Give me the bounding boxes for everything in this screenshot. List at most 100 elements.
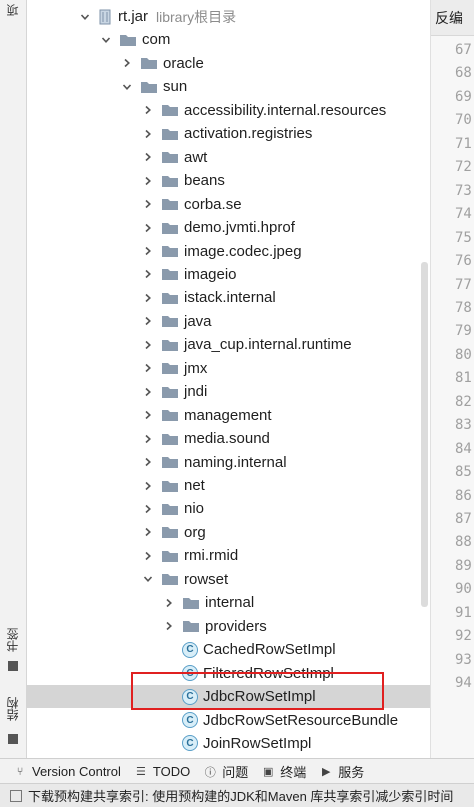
tree-folder-item[interactable]: jmx [26, 357, 430, 380]
java-class-icon: C [182, 735, 198, 752]
tree-class-item[interactable]: C JoinRowSetImpl [26, 732, 430, 755]
chevron-right-icon[interactable] [141, 103, 155, 117]
structure-tab[interactable]: 结构 [4, 697, 21, 721]
chevron-right-icon[interactable] [141, 479, 155, 493]
tree-class-item[interactable]: C CachedRowSetImpl [26, 638, 430, 661]
chevron-right-icon[interactable] [141, 549, 155, 563]
chevron-right-icon[interactable] [162, 596, 176, 610]
tool-window-button[interactable]: ▣ 终端 [262, 762, 306, 781]
line-number: 72 [455, 159, 472, 176]
tree-folder-item[interactable]: providers [26, 615, 430, 638]
tree-folder-item[interactable]: management [26, 404, 430, 427]
line-number: 68 [455, 65, 472, 82]
java-class-icon: C [182, 712, 198, 728]
tree-folder-item[interactable]: java [26, 310, 430, 333]
line-number: 70 [455, 112, 472, 129]
tree-folder-item[interactable]: oracle [26, 52, 430, 75]
tree-folder-item[interactable]: rmi.rmid [26, 544, 430, 567]
chevron-right-icon[interactable] [141, 221, 155, 235]
tree-folder-item[interactable]: java_cup.internal.runtime [26, 333, 430, 356]
chevron-right-icon[interactable] [141, 338, 155, 352]
tree-item-label: JdbcRowSetResourceBundle [203, 711, 399, 729]
package-folder-icon [161, 549, 179, 563]
chevron-right-icon[interactable] [141, 127, 155, 141]
line-number: 90 [455, 581, 472, 598]
chevron-right-icon[interactable] [141, 314, 155, 328]
tree-folder-item[interactable]: istack.internal [26, 286, 430, 309]
line-number: 74 [455, 206, 472, 223]
chevron-right-icon[interactable] [141, 385, 155, 399]
tree-folder-item[interactable]: internal [26, 591, 430, 614]
problems-icon: ⓘ [204, 766, 216, 779]
tree-folder-item[interactable]: nio [26, 497, 430, 520]
chevron-right-icon[interactable] [141, 244, 155, 258]
line-number: 94 [455, 675, 472, 692]
package-folder-icon [161, 385, 179, 399]
tree-item-label: beans [184, 172, 225, 190]
chevron-down-icon[interactable] [141, 572, 155, 586]
tree-item-label: java_cup.internal.runtime [184, 336, 352, 354]
tool-window-button[interactable]: ☰ TODO [135, 764, 190, 779]
tree-item-secondary-label: library根目录 [156, 8, 237, 25]
chevron-right-icon[interactable] [162, 619, 176, 633]
chevron-right-icon[interactable] [141, 267, 155, 281]
tree-folder-item[interactable]: activation.registries [26, 122, 430, 145]
tree-folder-item[interactable]: accessibility.internal.resources [26, 99, 430, 122]
chevron-down-icon[interactable] [99, 33, 113, 47]
chevron-down-icon[interactable] [78, 10, 92, 24]
jar-archive-icon [92, 9, 118, 25]
chevron-right-icon[interactable] [141, 150, 155, 164]
chevron-right-icon[interactable] [141, 291, 155, 305]
tree-folder-item[interactable]: media.sound [26, 427, 430, 450]
package-folder-icon [182, 619, 200, 633]
line-number: 87 [455, 511, 472, 527]
tree-item-label: rowset [184, 570, 229, 588]
tree-folder-item[interactable]: sun [26, 75, 430, 98]
line-number: 93 [455, 651, 472, 668]
package-folder-icon [161, 221, 179, 235]
line-number: 67 [455, 42, 472, 58]
package-folder-icon [119, 33, 137, 47]
chevron-right-icon[interactable] [141, 174, 155, 188]
tool-window-button[interactable]: ⓘ 问题 [204, 762, 249, 781]
editor-tab-decompile[interactable]: 反编 [431, 0, 474, 36]
tree-folder-item[interactable]: com [26, 28, 430, 51]
tree-item-label: providers [205, 617, 267, 635]
tree-class-item[interactable]: C JdbcRowSetResourceBundle [26, 709, 430, 732]
package-folder-icon [161, 432, 179, 446]
chevron-right-icon[interactable] [141, 432, 155, 446]
tree-folder-item[interactable]: naming.internal [26, 451, 430, 474]
tree-item-label: jndi [184, 383, 208, 401]
bookmarks-tab[interactable]: 书签 [4, 628, 21, 652]
tree-folder-item[interactable]: corba.se [26, 193, 430, 216]
tree-folder-item[interactable]: jndi [26, 380, 430, 403]
tree-folder-item[interactable]: awt [26, 146, 430, 169]
tree-folder-item[interactable]: imageio [26, 263, 430, 286]
line-number: 88 [455, 534, 472, 551]
project-tab[interactable]: 项 [4, 4, 21, 16]
chevron-right-icon[interactable] [141, 525, 155, 539]
editor-gutter: 反编 67 68 69 70 71 72 73 74 75 76 77 78 79 80 81 82 83 84 8… [430, 0, 474, 758]
status-text[interactable]: 下载预构建共享索引: 使用预构建的JDK和Maven 库共享索引减少索引时间 [28, 786, 453, 805]
chevron-right-icon[interactable] [141, 361, 155, 375]
tree-folder-item[interactable]: demo.jvmti.hprof [26, 216, 430, 239]
chevron-right-icon[interactable] [141, 455, 155, 469]
package-folder-icon [161, 361, 179, 375]
tree-folder-item[interactable]: org [26, 521, 430, 544]
chevron-right-icon[interactable] [120, 56, 134, 70]
tool-window-button[interactable]: ⑂ Version Control [14, 764, 121, 779]
tree-folder-item[interactable]: rowset [26, 568, 430, 591]
tree-scrollbar[interactable] [421, 262, 428, 607]
line-number: 76 [455, 253, 472, 270]
tree-folder-item[interactable]: beans [26, 169, 430, 192]
package-folder-icon [161, 291, 179, 305]
tree-folder-item[interactable]: image.codec.jpeg [26, 240, 430, 263]
tree-folder-item[interactable]: rt.jar library根目录 [26, 5, 430, 28]
chevron-down-icon[interactable] [120, 80, 134, 94]
tool-window-button[interactable]: ▶ 服务 [320, 762, 364, 781]
chevron-right-icon[interactable] [141, 197, 155, 211]
chevron-right-icon[interactable] [141, 408, 155, 422]
chevron-right-icon[interactable] [141, 502, 155, 516]
tree-folder-item[interactable]: net [26, 474, 430, 497]
